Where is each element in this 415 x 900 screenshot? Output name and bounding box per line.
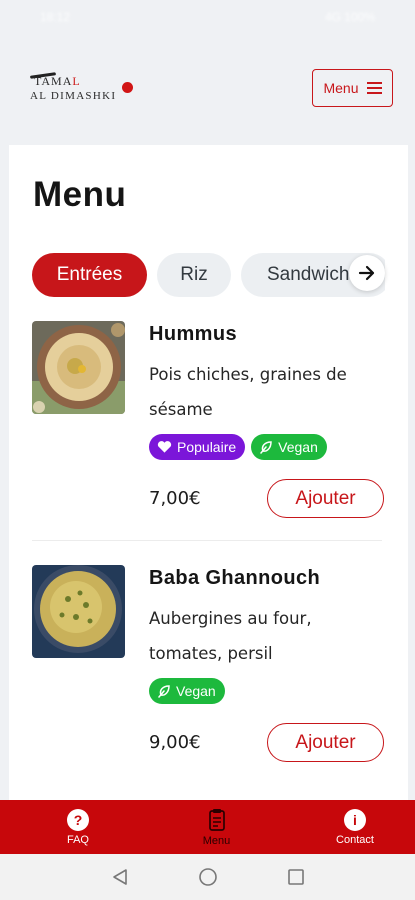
bottom-nav: ? FAQ Menu i Contact (0, 800, 415, 854)
tab-entrees[interactable]: Entrées (32, 253, 147, 297)
nav-contact[interactable]: i Contact (325, 808, 385, 846)
restaurant-logo[interactable]: TAMAL AL DIMASHKI (29, 68, 140, 108)
scroll-right-arrow-icon[interactable] (349, 255, 385, 291)
nav-label: Menu (202, 834, 231, 847)
info-icon: i (344, 808, 366, 831)
dish-price: 7,00€ (149, 488, 201, 509)
header: TAMAL AL DIMASHKI Menu (0, 34, 415, 142)
system-navigation-bar (0, 854, 415, 900)
logo-text-line2: AL DIMASHKI (30, 90, 117, 102)
dish-name: Baba Ghannouch (149, 567, 321, 589)
nav-menu[interactable]: Menu (187, 808, 247, 847)
leaf-icon (158, 685, 170, 698)
hamburger-icon (366, 82, 382, 94)
leaf-icon (260, 441, 272, 454)
tab-riz[interactable]: Riz (157, 253, 231, 297)
badge-vegan: Vegan (149, 678, 225, 704)
category-tabs[interactable]: Entrées Riz Sandwichs (32, 253, 385, 299)
logo-text-line1: TAMAL (34, 74, 81, 88)
dish-description: Aubergines au four, tomates, persil (149, 609, 312, 663)
menu-button-label: Menu (323, 80, 359, 96)
add-hummus-button[interactable]: Ajouter (267, 479, 384, 518)
dish-badges: Populaire Vegan (149, 434, 327, 460)
header-menu-button[interactable]: Menu (312, 69, 393, 107)
page-title: Menu (33, 175, 127, 214)
logo-red-dot (122, 82, 133, 93)
status-time: 18:12 (40, 10, 71, 24)
home-icon[interactable] (198, 867, 218, 887)
dish-item-hummus: Hummus Pois chiches, graines de sésame P… (32, 321, 384, 541)
divider (32, 540, 382, 541)
badge-populaire: Populaire (149, 434, 246, 460)
question-icon: ? (67, 808, 89, 831)
menu-card: Menu Entrées Riz Sandwichs Hummus Pois c… (9, 145, 408, 800)
dish-name: Hummus (149, 323, 237, 345)
dish-item-baba-ghannouch: Baba Ghannouch Aubergines au four, tomat… (32, 565, 384, 785)
dish-price: 9,00€ (149, 732, 201, 753)
add-baba-ghannouch-button[interactable]: Ajouter (267, 723, 384, 762)
heart-icon (157, 441, 172, 453)
dish-description: Pois chiches, graines de sésame (149, 365, 347, 419)
dish-badges: Vegan (149, 678, 225, 704)
badge-vegan: Vegan (251, 434, 327, 460)
menu-doc-icon (208, 808, 225, 831)
nav-faq[interactable]: ? FAQ (48, 808, 108, 846)
status-indicators: 4G 100% (324, 10, 375, 24)
recents-icon[interactable] (286, 867, 306, 887)
back-icon[interactable] (110, 867, 130, 887)
nav-label: FAQ (66, 833, 89, 846)
nav-label: Contact (336, 833, 374, 846)
baba-ghannouch-image (32, 565, 125, 658)
status-bar: 18:12 4G 100% (0, 0, 415, 34)
hummus-image (32, 321, 125, 414)
